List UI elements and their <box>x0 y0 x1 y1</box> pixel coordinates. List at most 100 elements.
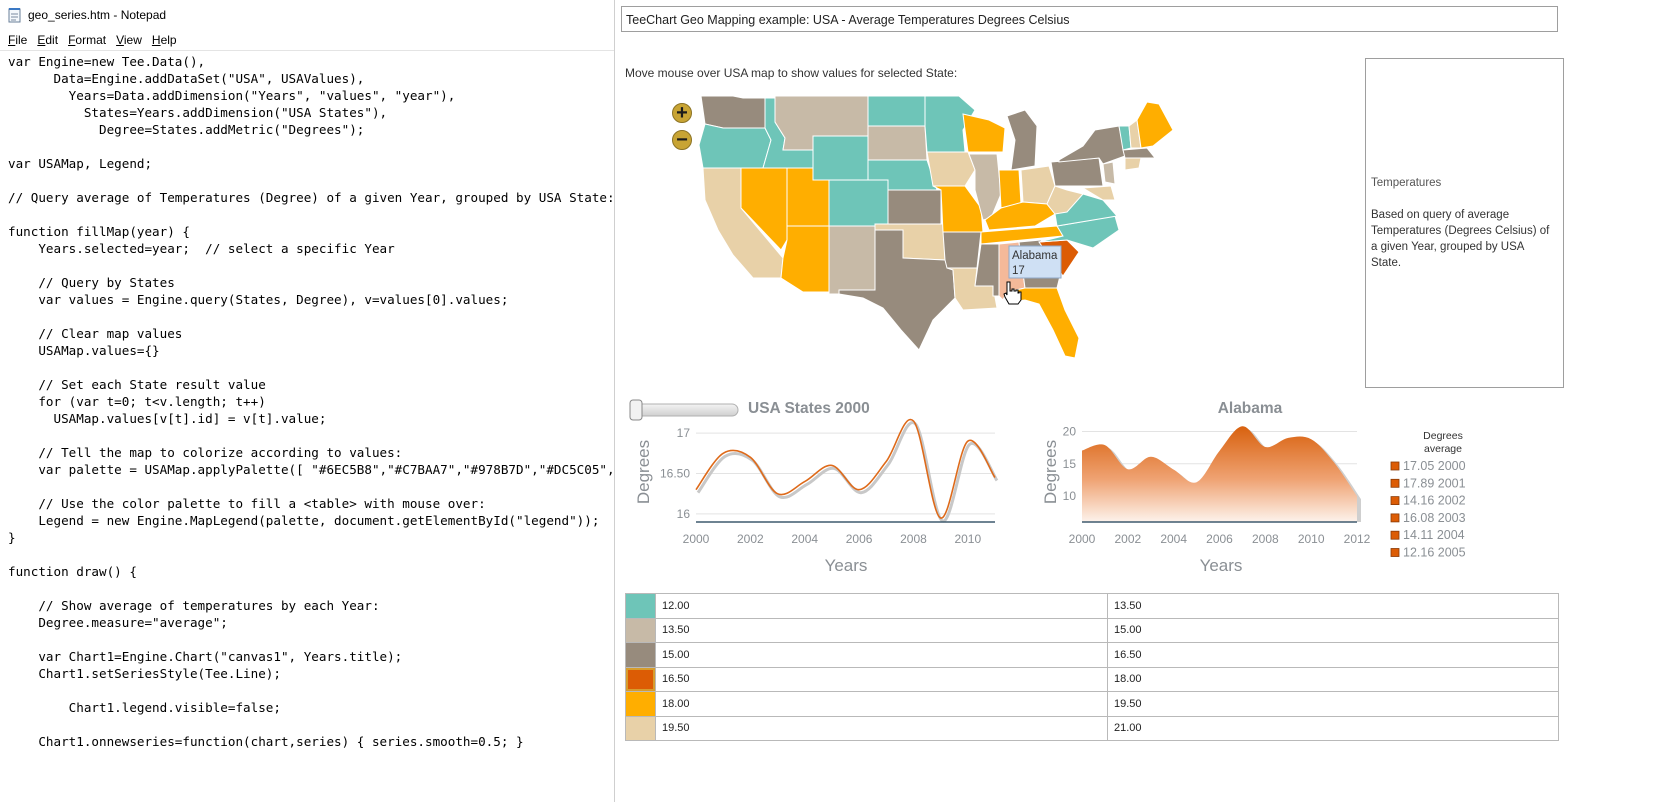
state-arizona[interactable] <box>780 225 830 293</box>
chart2-x-tick: 2006 <box>1206 532 1233 546</box>
notepad-titlebar: geo_series.htm - Notepad <box>0 0 614 30</box>
table-row[interactable]: 15.00 16.50 <box>625 642 1559 668</box>
chart-alabama: Alabama 101520 2000 2002 2004 2006 2008 2010 2… <box>1041 400 1466 575</box>
map-states <box>698 95 1174 359</box>
state-wyoming[interactable] <box>812 135 869 181</box>
color-swatch <box>625 691 656 717</box>
code-text[interactable]: var Engine=new Tee.Data(), Data=Engine.a… <box>0 51 614 750</box>
state-kansas[interactable] <box>887 189 942 225</box>
geo-mapping-page: TeeChart Geo Mapping example: USA - Aver… <box>615 0 1660 802</box>
chart2-legend: Degrees average 17.05 2000 17.89 2001 14.1… <box>1390 430 1466 560</box>
chart2-y-tick: 20 <box>1063 424 1077 438</box>
legend-title-line2: average <box>1424 443 1462 455</box>
state-arkansas[interactable] <box>942 231 982 269</box>
chart2-x-tick: 2004 <box>1160 532 1187 546</box>
legend-panel: Temperatures Based on query of average T… <box>1365 58 1564 388</box>
year-slider[interactable] <box>629 399 739 421</box>
chart1-x-tick: 2002 <box>737 532 764 546</box>
table-row[interactable]: 19.50 21.00 <box>625 715 1559 741</box>
chart2-x-tick: 2012 <box>1344 532 1371 546</box>
chart1-x-tick: 2010 <box>954 532 981 546</box>
legend-marker <box>1390 513 1400 523</box>
legend-marker <box>1390 496 1400 505</box>
zoom-in-button[interactable]: + <box>672 103 692 123</box>
menu-edit[interactable]: Edit <box>33 33 64 47</box>
chart2-title: Alabama <box>1218 400 1283 417</box>
chart1-x-tick: 2006 <box>846 532 873 546</box>
tooltip-state: Alabama <box>1012 250 1058 262</box>
chart1-series-line <box>695 418 996 519</box>
chart2-y-tick: 10 <box>1063 489 1077 503</box>
table-row[interactable]: 18.00 19.50 <box>625 691 1559 717</box>
legend-title: Temperatures <box>1371 177 1442 189</box>
chart2-x-tick: 2000 <box>1069 532 1096 546</box>
state-iowa[interactable] <box>926 151 976 187</box>
value-range-table: 12.00 13.50 13.50 15.00 15.00 16.50 16.50 18.00… <box>625 593 1559 741</box>
chart1-ylabel: Degrees <box>634 440 653 504</box>
legend-entry: 17.05 2000 <box>1403 459 1466 473</box>
state-new-mexico[interactable] <box>828 225 876 295</box>
color-swatch <box>625 715 656 741</box>
menu-format[interactable]: Format <box>64 33 112 47</box>
legend-marker <box>1390 530 1400 540</box>
usa-map[interactable]: Alabama 17 <box>663 90 1183 365</box>
plus-icon: + <box>676 102 688 124</box>
legend-description: Based on query of average Temperatures (… <box>1371 209 1550 269</box>
chart2-y-ticks: 10 15 20 <box>1063 424 1077 503</box>
legend-entry: 16.08 2003 <box>1403 511 1466 525</box>
notepad-menubar: File Edit Format View Help <box>0 30 614 50</box>
legend-entry: 14.16 2002 <box>1403 494 1466 508</box>
color-swatch <box>625 617 656 643</box>
state-michigan[interactable] <box>1006 109 1038 171</box>
notepad-editor[interactable]: var Engine=new Tee.Data(), Data=Engine.a… <box>0 50 614 802</box>
page-title: TeeChart Geo Mapping example: USA - Aver… <box>621 6 1558 32</box>
state-indiana[interactable] <box>998 169 1022 209</box>
range-from-cell: 13.50 <box>655 617 1108 643</box>
menu-file[interactable]: File <box>4 33 33 47</box>
notepad-window: geo_series.htm - Notepad File Edit Forma… <box>0 0 615 802</box>
range-to-cell: 15.00 <box>1107 617 1559 643</box>
menu-view[interactable]: View <box>112 33 148 47</box>
slider-thumb[interactable] <box>629 399 643 421</box>
instructions-text: Move mouse over USA map to show values f… <box>625 66 958 80</box>
table-row[interactable]: 12.00 13.50 <box>625 593 1559 619</box>
legend-marker <box>1390 548 1400 557</box>
state-maine[interactable] <box>1136 101 1174 149</box>
state-washington[interactable] <box>700 95 766 129</box>
range-to-cell: 21.00 <box>1107 715 1559 741</box>
chart1-y-tick: 17 <box>677 426 691 440</box>
state-oregon[interactable] <box>698 123 772 169</box>
range-to-cell: 19.50 <box>1107 691 1559 717</box>
legend-marker <box>1390 478 1400 488</box>
range-from-cell: 16.50 <box>655 666 1108 692</box>
state-wisconsin[interactable] <box>962 113 1006 153</box>
slider-track[interactable] <box>629 403 739 417</box>
chart1-xlabel: Years <box>825 556 868 575</box>
state-colorado[interactable] <box>828 179 889 227</box>
color-swatch <box>625 593 656 619</box>
state-north-dakota[interactable] <box>867 95 926 127</box>
map-tooltip: Alabama 17 <box>1008 245 1062 279</box>
chart2-xlabel: Years <box>1200 556 1243 575</box>
state-south-dakota[interactable] <box>867 125 928 161</box>
legend-title-line1: Degrees <box>1423 430 1463 442</box>
chart1-x-tick: 2008 <box>900 532 927 546</box>
range-from-cell: 18.00 <box>655 691 1108 717</box>
state-massachusetts[interactable] <box>1122 147 1157 159</box>
table-row[interactable]: 13.50 15.00 <box>625 617 1559 643</box>
chart1-y-tick: 16 <box>677 507 691 521</box>
chart1-x-ticks: 200020022004200620082010201 <box>683 532 982 546</box>
chart2-x-tick: 2008 <box>1252 532 1279 546</box>
table-row[interactable]: 16.50 18.00 <box>625 666 1559 692</box>
state-new-york[interactable] <box>1058 125 1126 165</box>
state-connecticut[interactable] <box>1124 157 1142 171</box>
chart-usa-states: USA States 2000 16 16.50 17 2000 2002 2004 20… <box>629 399 999 575</box>
zoom-out-button[interactable]: − <box>672 130 692 150</box>
chart1-y-ticks: 16 16.50 17 <box>660 426 690 521</box>
chart2-ylabel: Degrees <box>1041 440 1060 504</box>
state-new-jersey[interactable] <box>1102 161 1116 185</box>
menu-help[interactable]: Help <box>148 33 183 47</box>
chart2-x-tick: 2002 <box>1114 532 1141 546</box>
chart2-series-area <box>1082 426 1357 522</box>
range-from-cell: 12.00 <box>655 593 1108 619</box>
